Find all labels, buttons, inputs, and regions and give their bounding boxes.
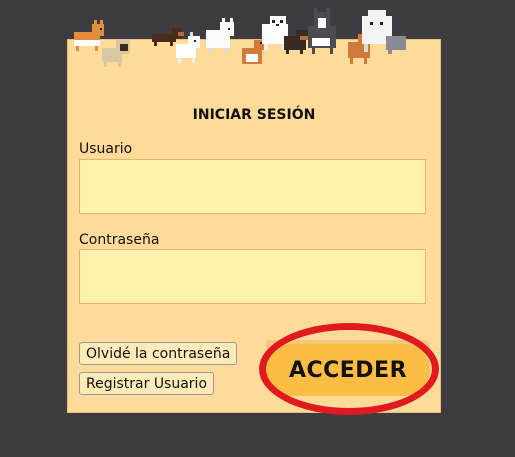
- password-label: Contraseña: [79, 232, 160, 248]
- dog-icon: [308, 8, 336, 54]
- dog-icon: [242, 40, 264, 64]
- dog-icon: [206, 18, 234, 53]
- register-user-button[interactable]: Registrar Usuario: [79, 372, 215, 395]
- username-input[interactable]: [79, 159, 426, 214]
- dog-icon: [74, 20, 104, 51]
- password-input[interactable]: [79, 249, 426, 304]
- login-title: INICIAR SESIÓN: [192, 107, 316, 123]
- username-label: Usuario: [79, 141, 133, 157]
- forgot-password-button[interactable]: Olvidé la contraseña: [79, 342, 238, 365]
- pixel-dogs-banner-icon: [74, 8, 406, 67]
- submit-button[interactable]: ACCEDER: [266, 344, 430, 396]
- dog-icon: [152, 28, 184, 46]
- dog-icon: [102, 40, 130, 67]
- login-card: INICIAR SESIÓN Usuario Contraseña Olvidé…: [67, 39, 441, 413]
